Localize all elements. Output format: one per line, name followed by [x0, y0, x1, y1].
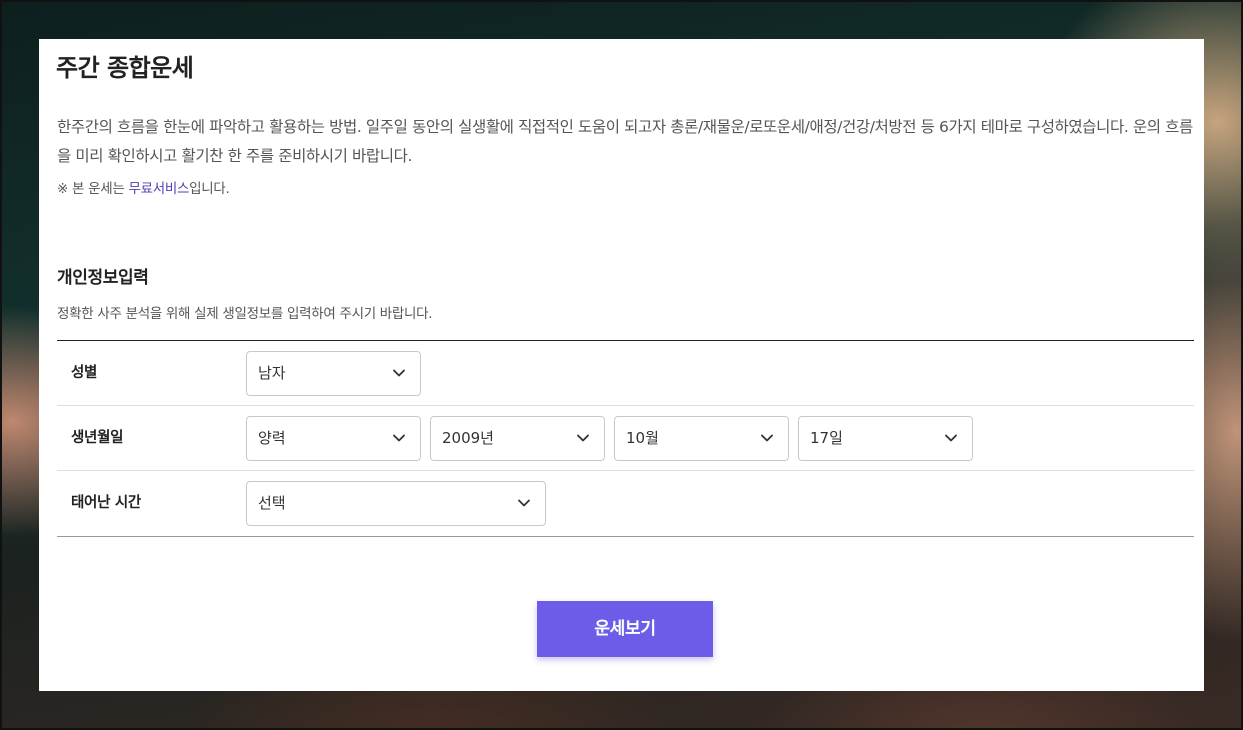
notice-suffix: 입니다. — [189, 181, 230, 197]
birth-day-value: 17일 — [810, 429, 843, 447]
birth-year-select[interactable]: 2009년 — [430, 416, 605, 461]
calendar-type-select[interactable]: 양력 — [246, 416, 421, 461]
calendar-type-value: 양력 — [258, 429, 286, 447]
chevron-down-icon — [576, 431, 590, 445]
gender-value: 남자 — [258, 364, 286, 382]
chevron-down-icon — [517, 496, 531, 510]
notice-highlight: 무료서비스 — [128, 181, 190, 197]
free-service-notice: ※ 본 운세는 무료서비스입니다. — [57, 177, 230, 197]
birth-day-select[interactable]: 17일 — [798, 416, 973, 461]
birth-month-value: 10월 — [626, 429, 659, 447]
gender-row: 성별 남자 — [57, 341, 1194, 406]
birth-year-value: 2009년 — [442, 429, 494, 447]
birth-time-row: 태어난 시간 선택 — [57, 471, 1194, 536]
birth-time-select[interactable]: 선택 — [246, 481, 546, 526]
birth-month-select[interactable]: 10월 — [614, 416, 789, 461]
personal-info-form: 성별 남자 생년월일 양력 2009년 10월 17일 태어난 시간 선택 — [57, 340, 1194, 537]
birthdate-row: 생년월일 양력 2009년 10월 17일 — [57, 406, 1194, 471]
intro-text: 한주간의 흐름을 한눈에 파악하고 활용하는 방법. 일주일 동안의 실생활에 … — [57, 118, 1193, 165]
birthdate-label: 생년월일 — [71, 430, 124, 446]
form-section-title: 개인정보입력 — [57, 268, 149, 288]
birth-time-label: 태어난 시간 — [71, 495, 141, 511]
chevron-down-icon — [392, 431, 406, 445]
notice-prefix: ※ 본 운세는 — [57, 181, 129, 197]
chevron-down-icon — [944, 431, 958, 445]
gender-label: 성별 — [71, 365, 98, 381]
content-card: 주간 종합운세 한주간의 흐름을 한눈에 파악하고 활용하는 방법. 일주일 동… — [39, 39, 1204, 691]
gender-select[interactable]: 남자 — [246, 351, 421, 396]
form-section-description: 정확한 사주 분석을 위해 실제 생일정보를 입력하여 주시기 바랍니다. — [57, 306, 433, 322]
page-title: 주간 종합운세 — [56, 54, 194, 82]
chevron-down-icon — [392, 366, 406, 380]
birth-time-value: 선택 — [258, 494, 286, 512]
view-fortune-button[interactable]: 운세보기 — [537, 601, 713, 657]
chevron-down-icon — [760, 431, 774, 445]
